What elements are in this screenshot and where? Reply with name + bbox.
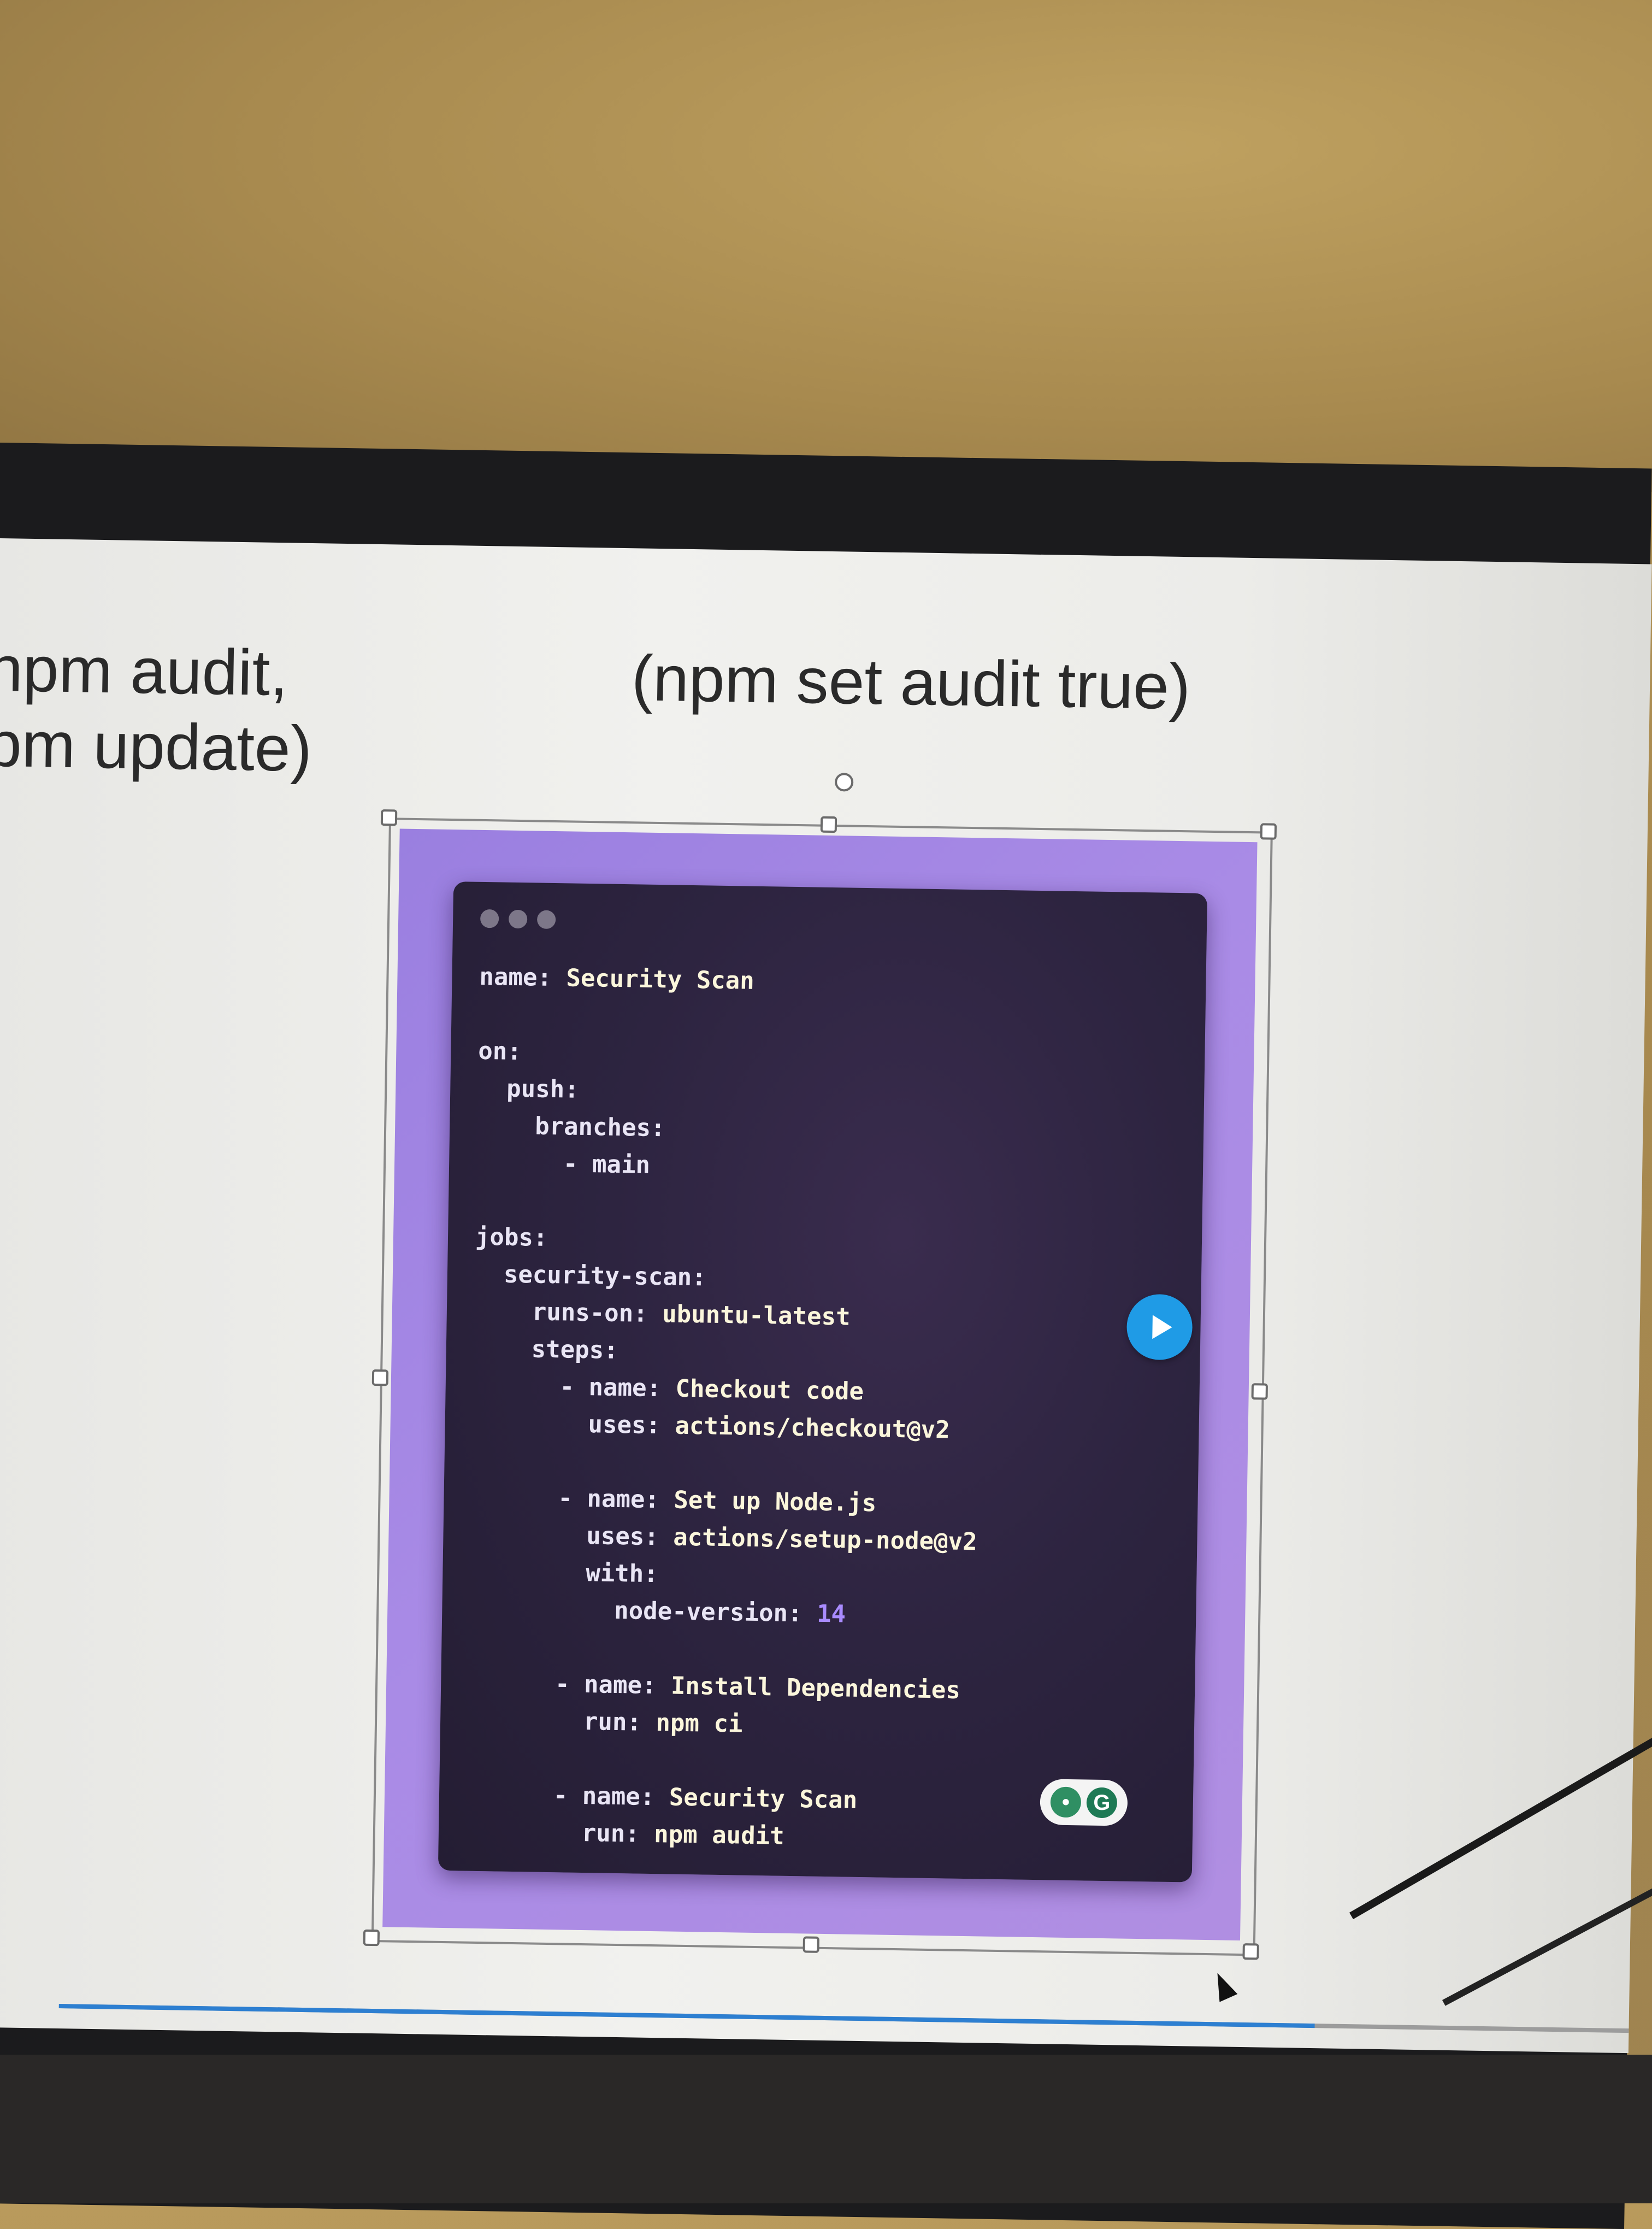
code-value: ubuntu-latest [647,1299,851,1331]
code-line: with: [470,1557,658,1588]
code-key: uses: [586,1522,659,1551]
resize-handle-bottom-right[interactable] [1242,1943,1259,1960]
screen: npm audit, pm update) (npm set audit tru… [0,538,1652,2054]
rotate-handle[interactable] [834,773,854,792]
extension-widget[interactable]: • G [1040,1779,1128,1826]
code-image[interactable]: name: Security Scan on: push: branches: … [382,828,1258,1940]
code-line: node-version: 14 [469,1595,846,1628]
resize-handle-top-left[interactable] [380,809,398,826]
code-line: - name: Security Scan [467,1780,858,1814]
code-line: push: [477,1074,579,1104]
code-key: name: [479,962,552,992]
code-value: npm ci [641,1708,743,1738]
code-line: run: npm ci [468,1706,743,1738]
code-key: - main [563,1150,651,1179]
code-line: - name: Set up Node.js [471,1483,877,1518]
code-key: - name: [554,1670,657,1700]
play-icon [1152,1315,1172,1339]
code-line: uses: actions/checkout@v2 [472,1409,950,1444]
code-key: runs-on: [532,1298,648,1328]
code-value: actions/checkout@v2 [660,1411,951,1444]
window-dot-icon [508,909,528,929]
code-line: jobs: [475,1223,548,1252]
bulb-icon: • [1050,1786,1082,1818]
grammarly-icon: G [1086,1787,1118,1819]
resize-handle-bottom-left[interactable] [363,1929,380,1946]
resize-handle-right[interactable] [1251,1383,1268,1400]
code-key: security-scan: [503,1260,707,1292]
code-line: security-scan: [475,1260,707,1292]
resize-handle-top[interactable] [820,816,837,833]
code-value: Checkout code [660,1374,864,1406]
yaml-code: name: Security Scan on: push: branches: … [465,958,986,1858]
code-window: name: Security Scan on: push: branches: … [438,881,1208,1883]
window-dot-icon [480,909,499,928]
mouse-cursor-icon [1208,1969,1238,2002]
resize-handle-left[interactable] [371,1369,389,1386]
resize-handle-bottom[interactable] [803,1936,819,1953]
code-value: Set up Node.js [659,1486,877,1518]
resize-handle-top-right[interactable] [1260,823,1277,840]
code-value: npm audit [639,1820,785,1850]
slide-text-left: npm audit, pm update) [0,632,312,786]
code-key: node-version: [613,1596,803,1628]
code-key: - name: [559,1373,662,1403]
code-value: Security Scan [551,963,755,995]
code-number: 14 [816,1599,846,1628]
code-key: - name: [558,1484,660,1514]
code-key: steps: [531,1335,619,1365]
window-dot-icon [536,910,556,930]
video-progress-bar[interactable] [58,2004,1629,2033]
code-line: run: npm audit [466,1818,785,1850]
code-value: Security Scan [654,1783,858,1814]
code-key: run: [583,1708,642,1737]
code-line: name: Security Scan [479,963,754,995]
code-key: run: [581,1819,640,1848]
code-line: runs-on: ubuntu-latest [474,1297,851,1331]
code-line: branches: [477,1111,665,1143]
desk-foreground [0,2055,1652,2203]
code-key: on: [477,1037,522,1066]
wall-background [0,0,1652,492]
slide-text-right: (npm set audit true) [631,642,1191,724]
code-line: on: [478,1037,522,1066]
code-key: branches: [534,1112,665,1143]
code-value: actions/setup-node@v2 [658,1523,977,1556]
code-line: uses: actions/setup-node@v2 [470,1520,977,1556]
code-value: Install Dependencies [656,1672,961,1704]
code-key: - name: [553,1781,655,1812]
code-line: - name: Checkout code [473,1372,864,1405]
code-key: with: [585,1559,659,1589]
video-progress-fill [58,2004,1315,2028]
code-key: jobs: [475,1222,548,1252]
code-line: - name: Install Dependencies [468,1669,960,1704]
code-key: uses: [588,1410,661,1440]
code-line: steps: [473,1334,619,1365]
window-controls [480,909,556,930]
code-value [802,1599,817,1627]
code-key: push: [506,1074,580,1104]
code-line: - main [476,1149,651,1179]
